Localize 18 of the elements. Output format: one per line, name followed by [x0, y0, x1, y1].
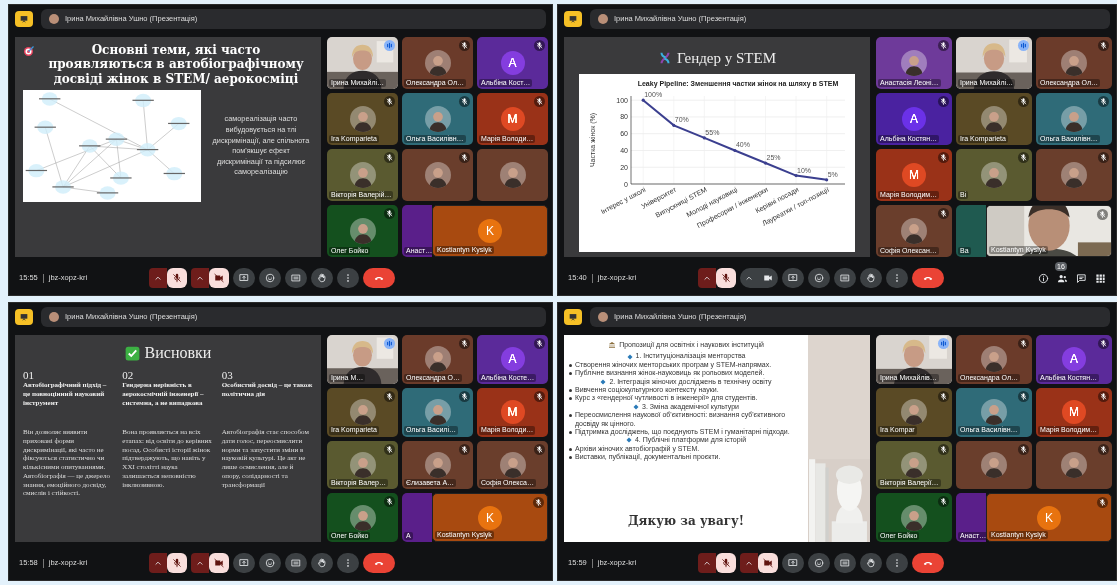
- avatar-letter: K: [1037, 505, 1061, 530]
- avatar-letter: A: [500, 347, 525, 372]
- avatar-letter: A: [1062, 347, 1086, 372]
- avatar-letter: A: [500, 51, 525, 75]
- slide-title: Основні теми, які часто проявляються в автобіографічному досвіді жінок в STEM/ аерокосміці: [47, 43, 305, 87]
- closing-text: Дякую за увагу!: [626, 513, 746, 528]
- avatar-letter: K: [478, 219, 502, 243]
- column-number: 01: [23, 369, 35, 382]
- slide-title: Гендер у STEM: [677, 49, 776, 68]
- avatar-letter: M: [500, 107, 525, 131]
- column-number: 02: [122, 369, 135, 382]
- avatar-letter: K: [478, 505, 502, 530]
- column-number: 03: [221, 369, 234, 382]
- avatar-letter: A: [902, 107, 926, 131]
- avatar-letter: M: [500, 400, 525, 425]
- slide-title: Висновки: [144, 343, 212, 363]
- avatar-letter: M: [902, 163, 926, 187]
- avatar-letter: M: [1062, 400, 1086, 425]
